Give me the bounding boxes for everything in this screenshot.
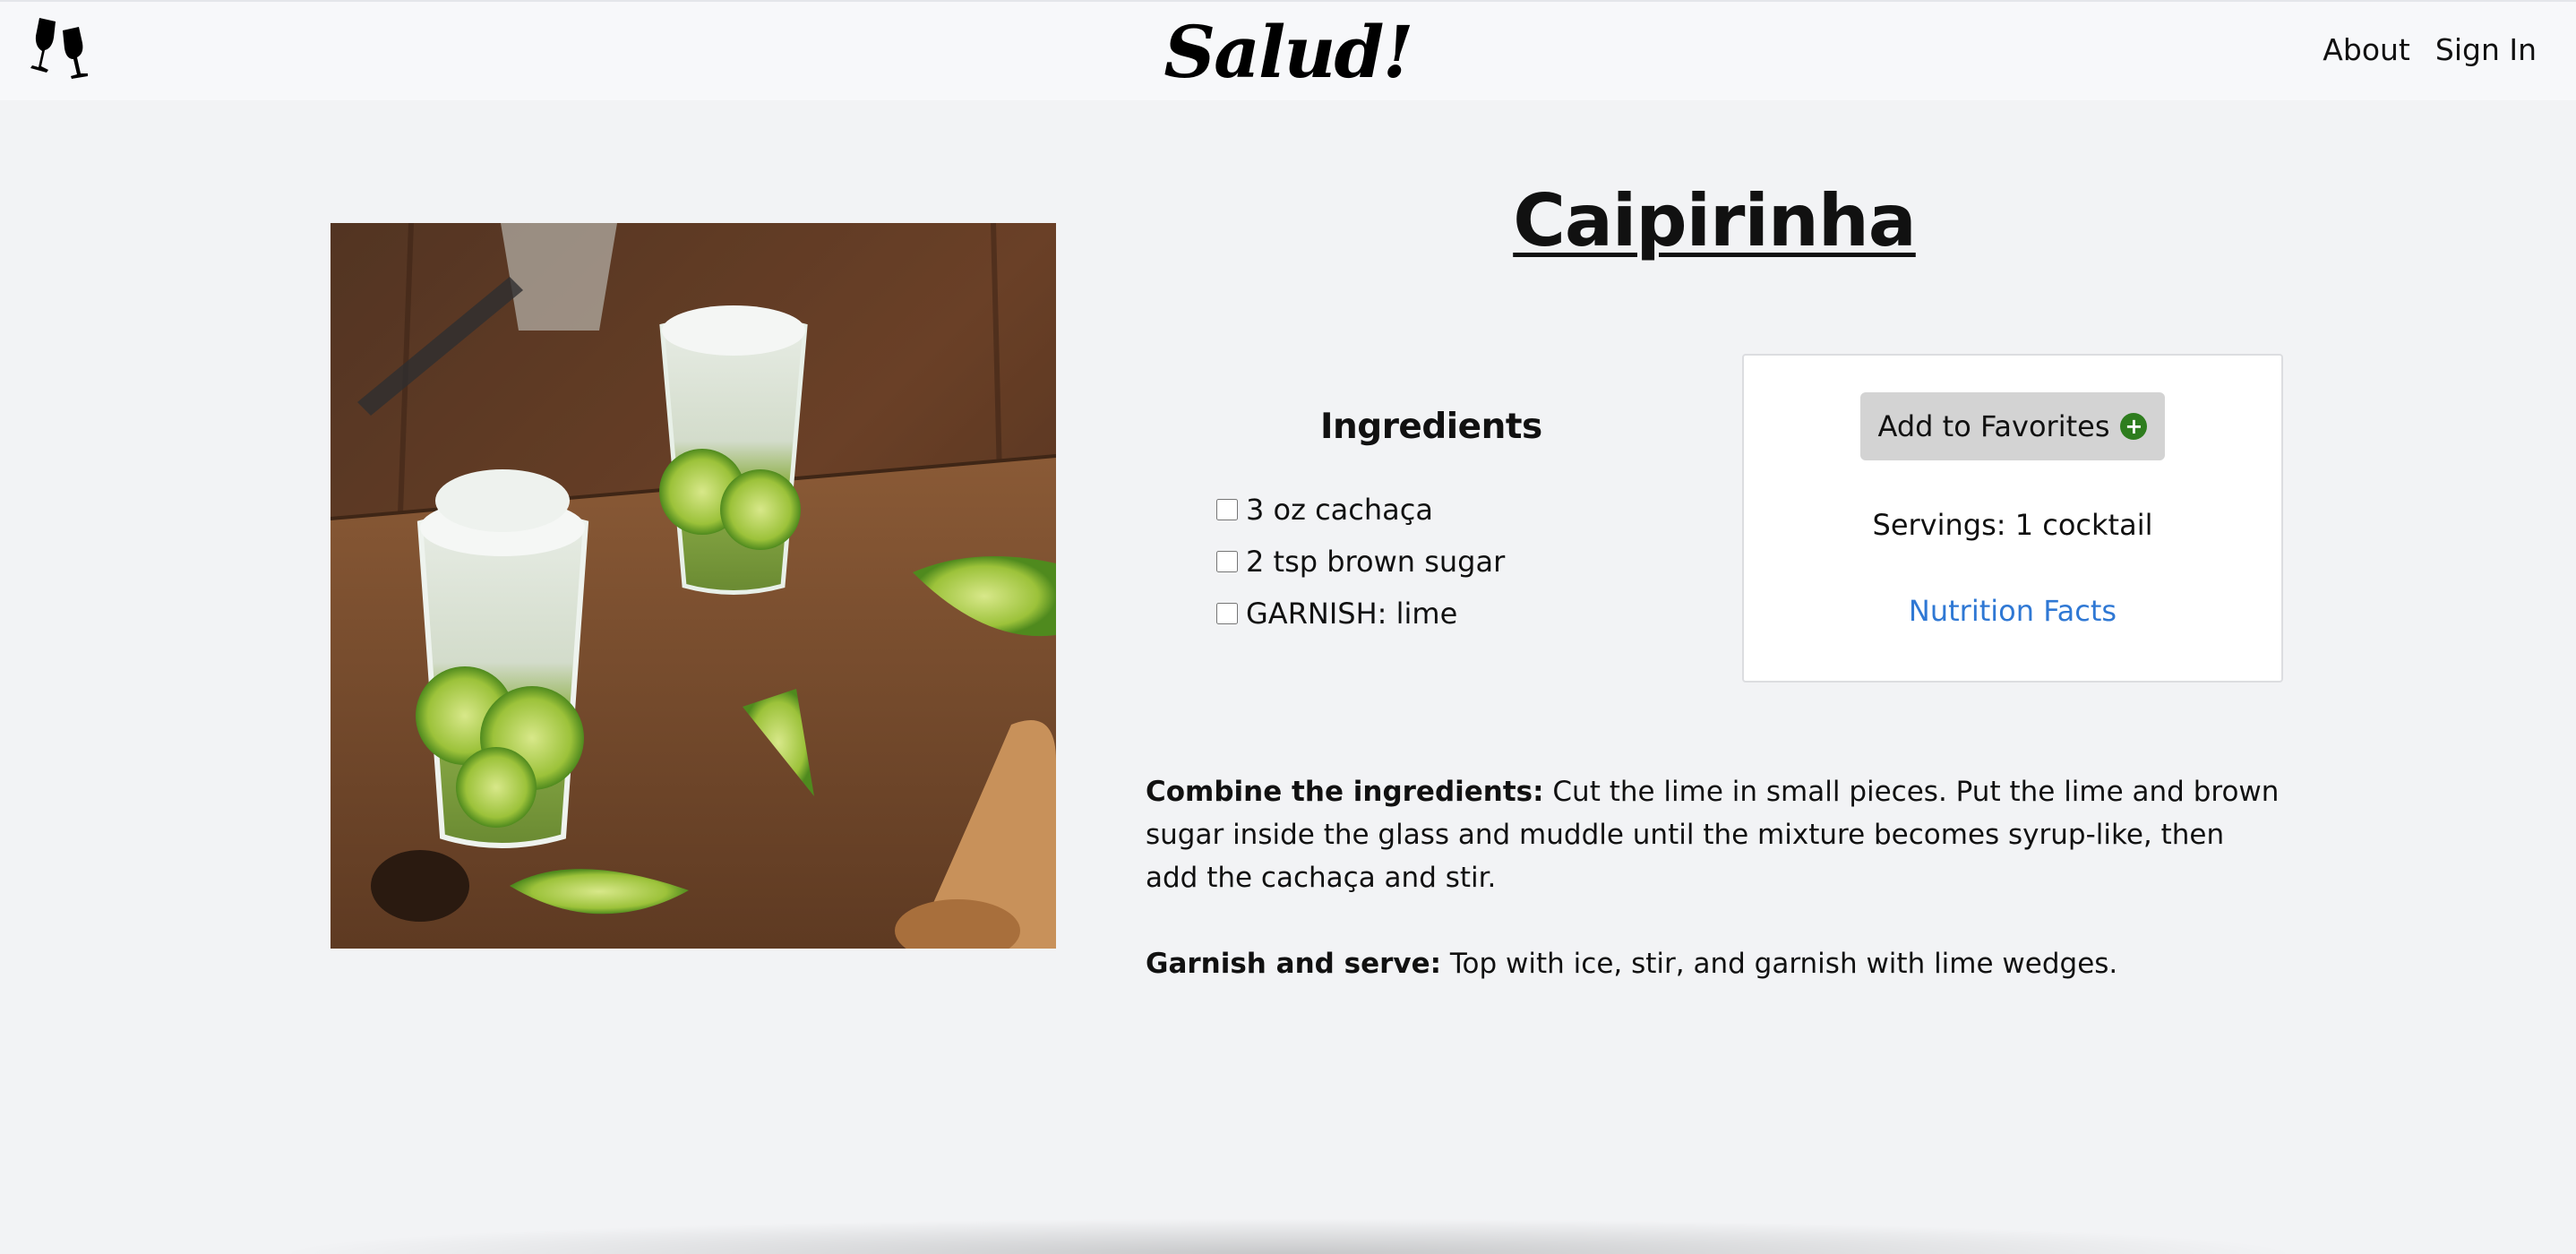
- add-to-favorites-button[interactable]: Add to Favorites +: [1860, 392, 2165, 460]
- ingredients-heading: Ingredients: [1320, 407, 1542, 447]
- nutrition-facts-link[interactable]: Nutrition Facts: [1744, 594, 2281, 628]
- nav-about-link[interactable]: About: [2323, 32, 2410, 67]
- instruction-step: Garnish and serve: Top with ice, stir, a…: [1146, 942, 2283, 985]
- nav-sign-in-link[interactable]: Sign In: [2435, 32, 2537, 67]
- ingredient-checkbox[interactable]: [1216, 551, 1238, 572]
- step-label: Combine the ingredients:: [1146, 776, 1544, 808]
- instruction-step: Combine the ingredients: Cut the lime in…: [1146, 770, 2283, 899]
- step-label: Garnish and serve:: [1146, 948, 1442, 980]
- drink-photo: [331, 223, 1056, 949]
- plus-circle-icon: +: [2120, 413, 2148, 440]
- step-text: Top with ice, stir, and garnish with lim…: [1441, 948, 2118, 980]
- servings-text: Servings: 1 cocktail: [1872, 508, 2153, 542]
- brand-title[interactable]: Salud!: [0, 5, 2576, 99]
- ingredient-checkbox[interactable]: [1216, 499, 1238, 520]
- ingredient-item: 2 tsp brown sugar: [1216, 536, 1505, 588]
- drink-info-card: Add to Favorites + Servings: 1 cocktail …: [1742, 354, 2283, 683]
- ingredient-label: 3 oz cachaça: [1246, 493, 1433, 527]
- add-to-favorites-label: Add to Favorites: [1877, 409, 2110, 443]
- ingredient-list: 3 oz cachaça 2 tsp brown sugar GARNISH: …: [1216, 484, 1505, 640]
- navbar: Salud! About Sign In: [0, 0, 2576, 100]
- ingredient-label: 2 tsp brown sugar: [1246, 545, 1506, 579]
- ingredient-item: 3 oz cachaça: [1216, 484, 1505, 536]
- ingredient-label: GARNISH: lime: [1246, 597, 1458, 631]
- ingredient-checkbox[interactable]: [1216, 603, 1238, 624]
- instructions: Combine the ingredients: Cut the lime in…: [1146, 770, 2283, 985]
- ingredient-item: GARNISH: lime: [1216, 588, 1505, 640]
- drink-title: Caipirinha: [1513, 179, 1917, 262]
- footer-shadow: [269, 1218, 2307, 1254]
- nav-links: About Sign In: [2323, 32, 2537, 67]
